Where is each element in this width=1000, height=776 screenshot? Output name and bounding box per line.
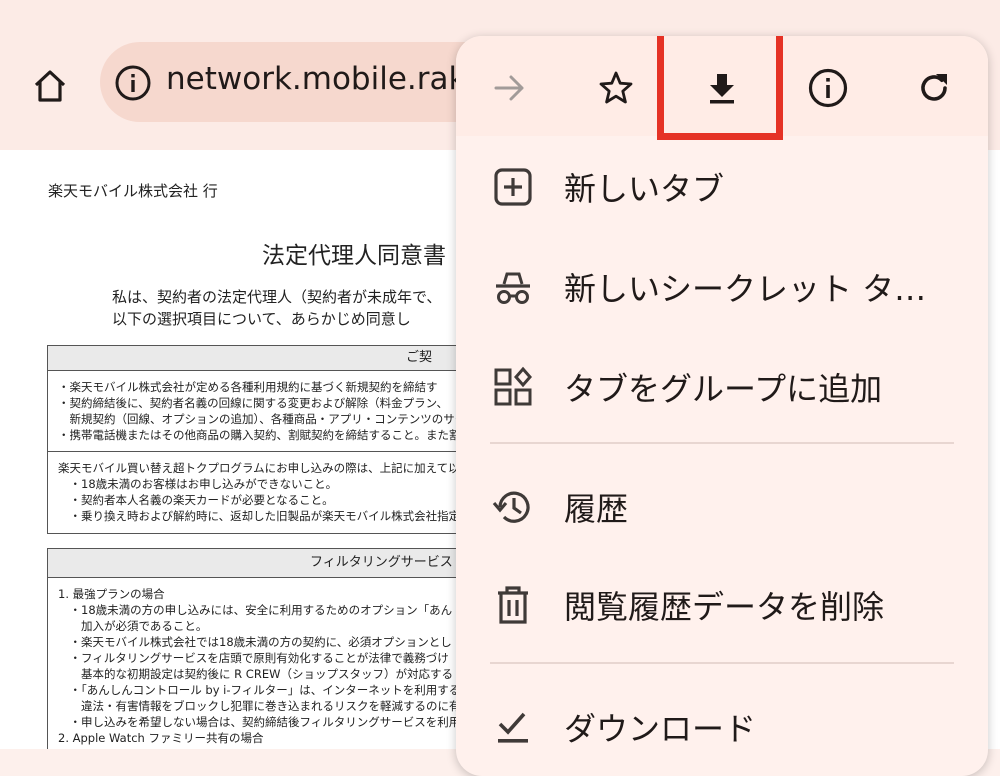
trash-icon (492, 584, 534, 626)
consent-line: ・楽天モバイル株式会社が定める各種利用規約に基づく新規契約を締結す (58, 380, 438, 394)
document-title: 法定代理人同意書 (262, 243, 446, 269)
filtering-line: 基本的な初期設定は契約後に R CREW（ショップスタッフ）が対応する (58, 667, 453, 681)
menu-item-label: 履歴 (564, 490, 629, 528)
filtering-line: 加入が必須であること。 (58, 619, 208, 633)
home-icon (34, 70, 66, 102)
reload-button[interactable] (902, 56, 966, 120)
menu-item-clear-browsing-data[interactable]: 閲覧履歴データを削除 (456, 554, 988, 654)
consent-line: ・18歳未満のお客様はお申し込みができないこと。 (58, 477, 338, 491)
filtering-line: ・フィルタリングサービスを店頭で原則有効化することが法律で義務づけ (58, 651, 449, 665)
menu-item-downloads[interactable]: ダウンロード (456, 676, 988, 776)
page-info-button[interactable] (796, 56, 860, 120)
consent-line: 新規契約（回線、オプションの追加）、各種商品・アプリ・コンテンツのサービ (58, 412, 478, 426)
filtering-line: ・18歳未満の方の申し込みには、安全に利用するためのオプション「あん (58, 603, 453, 617)
star-icon (599, 71, 633, 104)
consent-line: 楽天モバイル買い替え超トクプログラムにお申し込みの際は、上記に加えて以 (58, 461, 460, 475)
filtering-line: 1. 最強プランの場合 (58, 587, 165, 601)
document-addressee: 楽天モバイル株式会社 行 (48, 182, 218, 200)
menu-item-label: 新しいシークレット タ… (564, 270, 927, 308)
menu-item-add-to-group[interactable]: タブをグループに追加 (456, 336, 988, 436)
menu-item-label: 閲覧履歴データを削除 (564, 588, 885, 626)
refresh-icon (921, 74, 947, 101)
url-text[interactable]: network.mobile.raku (166, 61, 485, 97)
consent-line: ・乗り換え時および解約時に、返却した旧製品が楽天モバイル株式会社指定 (58, 509, 461, 523)
filtering-box-header: フィルタリングサービス (48, 549, 508, 578)
filtering-line: 違法・有害情報をブロックし犯罪に巻き込まれるリスクを軽減するのに有 (58, 699, 461, 713)
consent-line: ・携帯電話機またはその他商品の購入契約、割賦契約を締結すること。また割 (58, 428, 461, 442)
menu-divider (490, 662, 954, 664)
filtering-line: ・「あんしんコントロール by i-フィルター」は、インターネットを利用する際 (58, 683, 472, 697)
new-tab-icon (492, 166, 534, 208)
menu-item-new-incognito-tab[interactable]: 新しいシークレット タ… (456, 236, 988, 336)
consent-box: ご契 ・楽天モバイル株式会社が定める各種利用規約に基づく新規契約を締結す ・契約… (47, 345, 509, 534)
download-highlight-box (657, 36, 783, 140)
filtering-line: ・申し込みを希望しない場合は、契約締結後フィルタリングサービスを利用 (58, 715, 461, 729)
filtering-box: フィルタリングサービス 1. 最強プランの場合 ・18歳未満の方の申し込みには、… (47, 548, 509, 749)
filtering-line: ・楽天モバイル株式会社では18歳未満の方の契約に、必須オプションとし (58, 635, 452, 649)
info-icon (808, 68, 848, 108)
forward-arrow-icon (494, 75, 524, 101)
incognito-icon (492, 266, 534, 308)
filtering-line: 2. Apple Watch ファミリー共有の場合 (58, 731, 264, 745)
home-button[interactable] (20, 58, 80, 114)
forward-button[interactable] (478, 56, 542, 120)
menu-item-history[interactable]: 履歴 (456, 456, 988, 556)
overflow-menu: 新しいタブ 新しいシークレット タ… タブをグループに追加 履歴 閲覧履歴データ… (456, 36, 988, 776)
history-icon (492, 486, 534, 528)
tab-group-icon (492, 366, 534, 408)
intro-line: 以下の選択項目について、あらかじめ同意し (112, 310, 411, 328)
document-intro: 私は、契約者の法定代理人（契約者が未成年で、 以下の選択項目について、あらかじめ… (112, 286, 441, 330)
downloads-icon (492, 706, 534, 748)
consent-box-header: ご契 (48, 346, 508, 371)
menu-item-label: ダウンロード (564, 710, 757, 748)
menu-divider (490, 442, 954, 444)
consent-line: ・契約締結後に、契約者名義の回線に関する変更および解除（料金プラン、 (58, 396, 448, 410)
consent-line: ・契約者本人名義の楽天カードが必要となること。 (58, 493, 334, 507)
menu-item-label: タブをグループに追加 (564, 370, 883, 408)
menu-item-new-tab[interactable]: 新しいタブ (456, 136, 988, 236)
menu-item-label: 新しいタブ (564, 170, 725, 208)
bookmark-button[interactable] (584, 56, 648, 120)
site-info-icon[interactable] (114, 64, 152, 102)
menu-action-bar (456, 36, 988, 140)
intro-line: 私は、契約者の法定代理人（契約者が未成年で、 (112, 288, 442, 306)
